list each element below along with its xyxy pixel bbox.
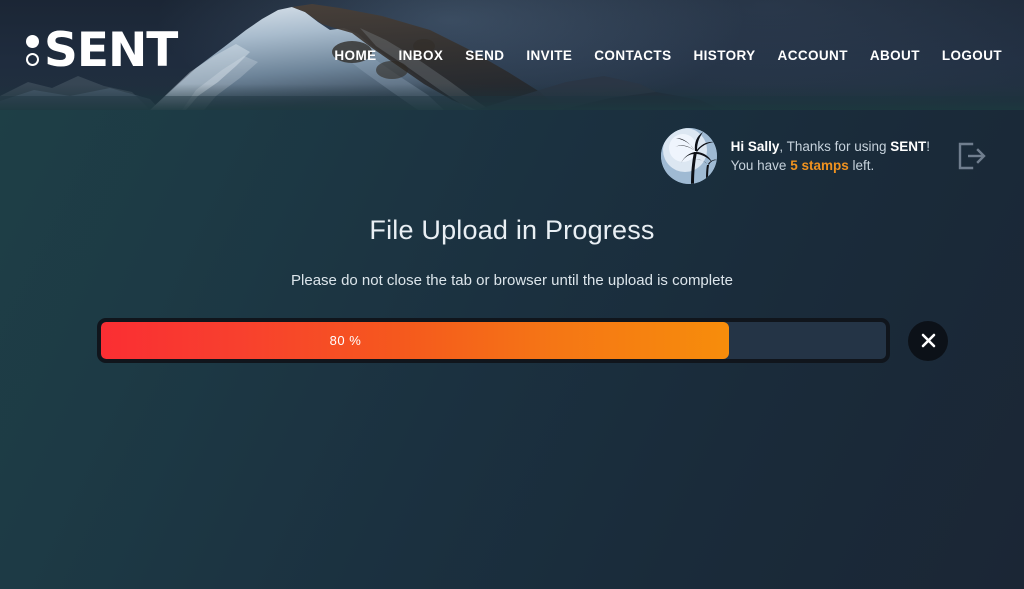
brand-name: SENT [44, 23, 178, 78]
logo-dots-icon [26, 34, 39, 68]
brand-logo[interactable]: SENT [26, 23, 178, 78]
nav-item-invite[interactable]: INVITE [526, 48, 572, 63]
close-x-icon [921, 333, 935, 348]
nav-item-home[interactable]: HOME [334, 48, 376, 63]
site-header: SENT HOME INBOX SEND INVITE CONTACTS HIS… [0, 0, 1024, 110]
page-title: File Upload in Progress [369, 215, 655, 245]
main-navigation: HOME INBOX SEND INVITE CONTACTS HISTORY … [334, 48, 1002, 63]
cancel-upload-button[interactable] [908, 320, 948, 361]
page-subtitle: Please do not close the tab or browser u… [291, 272, 733, 289]
nav-item-send[interactable]: SEND [465, 48, 504, 63]
nav-item-contacts[interactable]: CONTACTS [594, 48, 671, 63]
nav-item-logout[interactable]: LOGOUT [942, 48, 1002, 63]
progress-percent-label: 80 % [329, 333, 362, 348]
nav-item-inbox[interactable]: INBOX [399, 48, 444, 63]
main-content: File Upload in Progress Please do not cl… [0, 110, 1024, 363]
logo-dot-filled-icon [26, 34, 39, 48]
nav-item-history[interactable]: HISTORY [693, 48, 755, 63]
progress-bar-track: 80 % [97, 318, 890, 363]
nav-item-account[interactable]: ACCOUNT [778, 48, 848, 63]
nav-item-about[interactable]: ABOUT [870, 48, 920, 63]
logo-dot-hollow-icon [26, 52, 39, 66]
upload-progress-row: 80 % [0, 318, 1024, 363]
